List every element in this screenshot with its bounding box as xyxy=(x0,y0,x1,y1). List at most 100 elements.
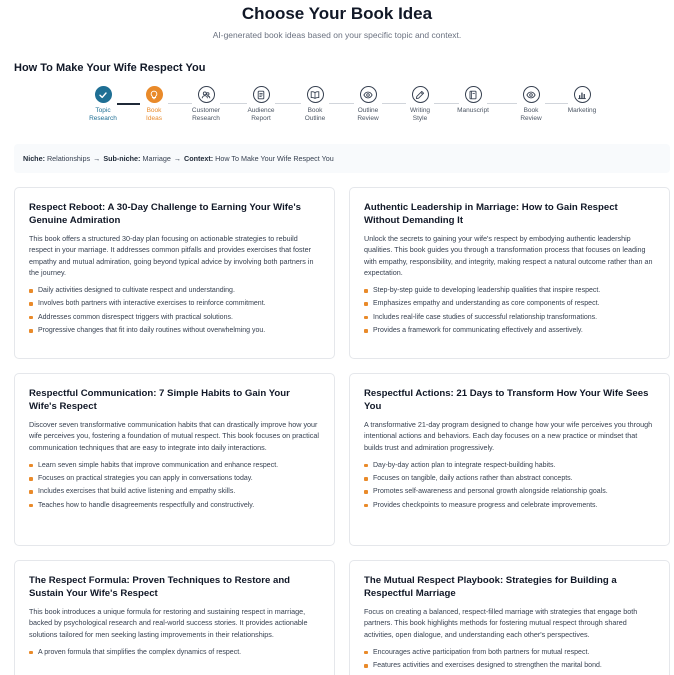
bullet-icon xyxy=(29,503,33,508)
book-idea-card[interactable]: The Respect Formula: Proven Techniques t… xyxy=(14,560,335,675)
page-title: Choose Your Book Idea xyxy=(241,4,433,23)
bullet-icon xyxy=(364,289,368,293)
step-circle xyxy=(252,86,270,103)
step-book-ideas[interactable]: Book Ideas xyxy=(124,86,184,123)
step-label-line: Research xyxy=(192,115,220,122)
book-idea-point-text: Emphasizes empathy and understanding as … xyxy=(373,300,600,308)
book-idea-point: Focuses on tangible, daily actions rathe… xyxy=(364,472,655,485)
step-label: Book Ideas xyxy=(124,107,184,123)
step-label-line: Review xyxy=(520,115,542,122)
step-label-line: Review xyxy=(357,115,379,122)
book-idea-point-text: Day-by-day action plan to integrate resp… xyxy=(373,461,556,469)
book-idea-point: Encourages active participation from bot… xyxy=(364,646,655,659)
step-label: Audience Report xyxy=(231,107,291,123)
book-idea-point: Provides a framework for communicating e… xyxy=(364,324,655,337)
book-idea-title: The Respect Formula: Proven Techniques t… xyxy=(29,575,291,599)
book-idea-point-text: Focuses on tangible, daily actions rathe… xyxy=(373,475,573,483)
book-idea-point-text: Addresses common disrespect triggers wit… xyxy=(38,313,233,321)
book-idea-point-text: Encourages active participation from bot… xyxy=(373,648,590,656)
book-idea-point: Day-by-day action plan to integrate resp… xyxy=(364,459,655,472)
lightbulb-icon xyxy=(149,90,159,100)
progress-stepper: Topic Research Book Ideas Customer Research Au… xyxy=(0,83,674,133)
step-marketing[interactable]: Marketing xyxy=(552,86,612,115)
bar-chart-icon xyxy=(577,90,587,100)
bullet-icon xyxy=(364,503,368,508)
step-label: Book Outline xyxy=(285,107,345,123)
book-idea-card[interactable]: The Mutual Respect Playbook: Strategies … xyxy=(349,560,670,675)
book-idea-point-text: Daily activities designed to cultivate r… xyxy=(38,287,235,295)
book-idea-card[interactable]: Respect Reboot: A 30-Day Challenge to Ea… xyxy=(14,187,335,359)
bullet-icon xyxy=(364,463,368,468)
book-idea-points: Learn seven simple habits that improve c… xyxy=(29,459,320,512)
bullet-icon xyxy=(29,329,33,333)
bullet-icon xyxy=(364,490,368,494)
bullet-icon xyxy=(29,477,33,481)
step-writing-style[interactable]: Writing Style xyxy=(390,86,450,123)
book-idea-description: This book offers a structured 30-day pla… xyxy=(29,234,314,277)
book-idea-point: Features activities and exercises design… xyxy=(364,659,655,672)
book-idea-title: Respectful Actions: 21 Days to Transform… xyxy=(364,388,649,412)
book-idea-point-text: Progressive changes that fit into daily … xyxy=(38,327,266,335)
step-circle xyxy=(522,86,540,103)
bullet-icon xyxy=(364,329,368,333)
book-idea-point: A proven formula that simplifies the com… xyxy=(29,646,320,659)
book-idea-points: Step-by-step guide to developing leaders… xyxy=(364,284,655,337)
step-label-line: Customer xyxy=(191,107,221,114)
step-label-line: Marketing xyxy=(567,107,597,114)
step-circle xyxy=(94,86,112,103)
step-label: Customer Research xyxy=(176,107,236,123)
step-circle xyxy=(145,86,163,103)
book-idea-title: Respect Reboot: A 30-Day Challenge to Ea… xyxy=(29,202,301,226)
step-customer-research[interactable]: Customer Research xyxy=(176,86,236,123)
book-idea-title: Respectful Communication: 7 Simple Habit… xyxy=(29,388,290,412)
book-idea-point: Promotes self-awareness and personal gro… xyxy=(364,485,655,498)
book-idea-point: Daily activities designed to cultivate r… xyxy=(29,284,320,297)
context-separator: → xyxy=(93,154,101,163)
context-bar: Niche: Relationships → Sub-niche: Marria… xyxy=(14,144,670,173)
bullet-icon xyxy=(29,490,33,494)
step-label-line: Book xyxy=(307,107,323,114)
book-idea-point-text: A proven formula that simplifies the com… xyxy=(38,648,242,656)
step-label-line: Outline xyxy=(304,115,326,122)
step-label-line: Report xyxy=(251,115,271,122)
step-label-line: Writing xyxy=(409,107,431,114)
step-outline-review[interactable]: Outline Review xyxy=(338,86,398,123)
niche-label: Niche: xyxy=(23,154,45,163)
book-idea-description: This book introduces a unique formula fo… xyxy=(29,607,308,639)
step-circle xyxy=(411,86,429,103)
book-idea-point-text: Step-by-step guide to developing leaders… xyxy=(373,287,601,295)
bullet-icon xyxy=(364,302,368,306)
step-label: Manuscript xyxy=(443,107,503,115)
book-idea-point: Addresses common disrespect triggers wit… xyxy=(29,311,320,324)
book-idea-point-text: Includes exercises that build active lis… xyxy=(38,488,236,496)
context-label: Context: xyxy=(184,154,214,163)
niche-value: Relationships xyxy=(46,154,91,163)
book-idea-card[interactable]: Authentic Leadership in Marriage: How to… xyxy=(349,187,670,359)
book-idea-points: A proven formula that simplifies the com… xyxy=(29,646,320,659)
step-book-outline[interactable]: Book Outline xyxy=(285,86,345,123)
book-idea-description: Unlock the secrets to gaining your wife'… xyxy=(364,234,653,277)
book-idea-point: Teaches how to handle disagreements resp… xyxy=(29,499,320,512)
users-icon xyxy=(201,90,211,100)
book-idea-title: The Mutual Respect Playbook: Strategies … xyxy=(364,575,617,599)
book-idea-point-text: Involves both partners with interactive … xyxy=(38,300,266,308)
book-idea-description: A transformative 21-day program designed… xyxy=(364,420,653,452)
book-idea-points: Day-by-day action plan to integrate resp… xyxy=(364,459,655,512)
book-idea-point-text: Features activities and exercises design… xyxy=(373,662,602,670)
book-idea-card[interactable]: Respectful Actions: 21 Days to Transform… xyxy=(349,373,670,546)
book-idea-card[interactable]: Respectful Communication: 7 Simple Habit… xyxy=(14,373,335,546)
bullet-icon xyxy=(29,302,33,306)
eye-icon xyxy=(526,90,536,100)
step-audience-report[interactable]: Audience Report xyxy=(231,86,291,123)
book-idea-point: Progressive changes that fit into daily … xyxy=(29,324,320,337)
bullet-icon xyxy=(29,289,33,293)
book-idea-point: Focuses on practical strategies you can … xyxy=(29,472,320,485)
step-circle xyxy=(306,86,324,103)
subniche-label: Sub-niche: xyxy=(103,154,141,163)
book-idea-description: Focus on creating a balanced, respect-fi… xyxy=(364,607,638,639)
step-label: Marketing xyxy=(552,107,612,115)
subniche-value: Marriage xyxy=(142,154,171,163)
step-manuscript[interactable]: Manuscript xyxy=(443,86,503,115)
step-circle xyxy=(197,86,215,103)
step-label-line: Ideas xyxy=(146,115,162,122)
